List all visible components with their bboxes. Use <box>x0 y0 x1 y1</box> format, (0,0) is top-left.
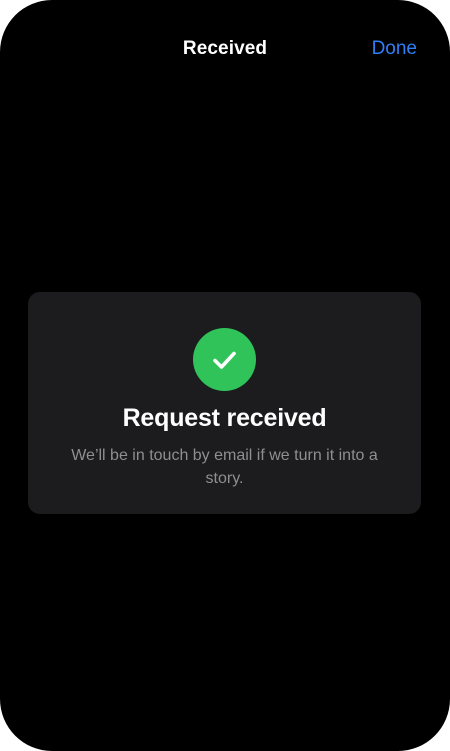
success-checkmark-icon <box>193 328 256 391</box>
confirmation-message: We’ll be in touch by email if we turn it… <box>71 447 378 487</box>
checkmark-icon <box>213 351 236 369</box>
done-button[interactable]: Done <box>372 38 417 60</box>
navigation-bar: Received Done <box>0 26 450 74</box>
phone-screen: Received Done Request received We’ll be … <box>0 0 450 751</box>
confirmation-title: Request received <box>122 404 327 432</box>
confirmation-card: Request received We’ll be in touch by em… <box>28 292 421 514</box>
